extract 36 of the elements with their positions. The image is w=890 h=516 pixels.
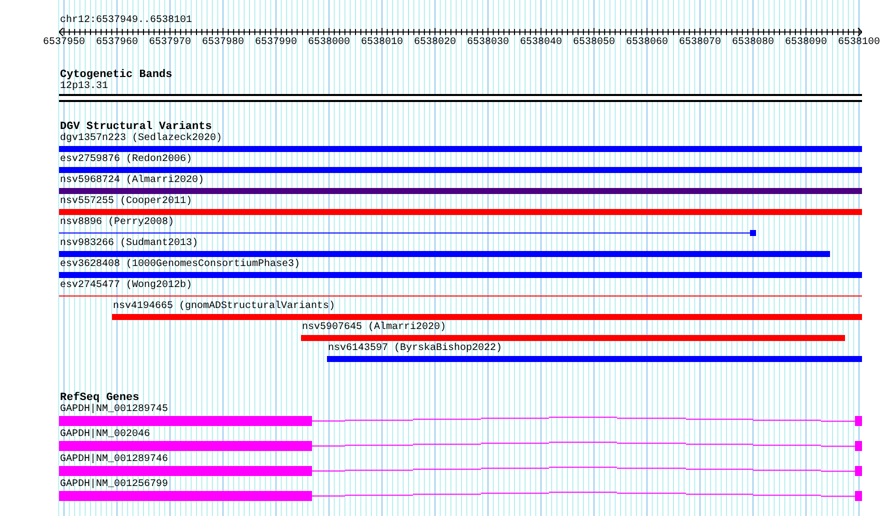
tick-label: 6538030 <box>467 37 509 48</box>
variant-label: nsv5907645 (Almarri2020) <box>302 322 446 333</box>
gene-label: GAPDH|NM_002046 <box>59 429 150 440</box>
variant-label: nsv557255 (Cooper2011) <box>60 196 192 207</box>
tick-label: 6537970 <box>149 37 191 48</box>
tick-label: 6538090 <box>785 37 827 48</box>
tick-label: 6537990 <box>255 37 297 48</box>
tick-label: 6537950 <box>43 37 85 48</box>
variant-label: esv2745477 (Wong2012b) <box>60 280 192 291</box>
gene-label: GAPDH|NM_001256799 <box>59 479 168 490</box>
tick-label: 6538050 <box>573 37 615 48</box>
tick-label: 6537980 <box>202 37 244 48</box>
variant-label: dgv1357n223 (Sedlazeck2020) <box>60 133 222 144</box>
tick-label: 6538020 <box>414 37 456 48</box>
position-label: chr12:6537949..6538101 <box>59 15 192 26</box>
variant-label: esv3628408 (1000GenomesConsortiumPhase3) <box>60 259 300 270</box>
track-title: RefSeq Genes <box>59 393 140 404</box>
tick-label: 6538060 <box>626 37 668 48</box>
tick-label: 6538000 <box>308 37 350 48</box>
variant-label: nsv983266 (Sudmant2013) <box>60 238 198 249</box>
tick-label: 6538070 <box>679 37 721 48</box>
gene-label: GAPDH|NM_001289745 <box>59 404 168 415</box>
tick-label: 6538040 <box>520 37 562 48</box>
gene-label: GAPDH|NM_001289746 <box>59 454 168 465</box>
tick-label: 6538010 <box>361 37 403 48</box>
variant-label: nsv6143597 (ByrskaBishop2022) <box>328 343 502 354</box>
variant-label: esv2759876 (Redon2006) <box>60 154 192 165</box>
variant-label: nsv4194665 (gnomADStructuralVariants) <box>113 301 336 312</box>
tick-label: 6537960 <box>96 37 138 48</box>
track-title: Cytogenetic Bands <box>59 70 172 81</box>
track-title: DGV Structural Variants <box>59 122 212 133</box>
tick-label: 6538080 <box>732 37 774 48</box>
variant-label: nsv8896 (Perry2008) <box>60 217 174 228</box>
variant-label: nsv5968724 (Almarri2020) <box>60 175 204 186</box>
band-label: 12p13.31 <box>59 81 108 92</box>
tick-label: 6538100 <box>838 37 880 48</box>
